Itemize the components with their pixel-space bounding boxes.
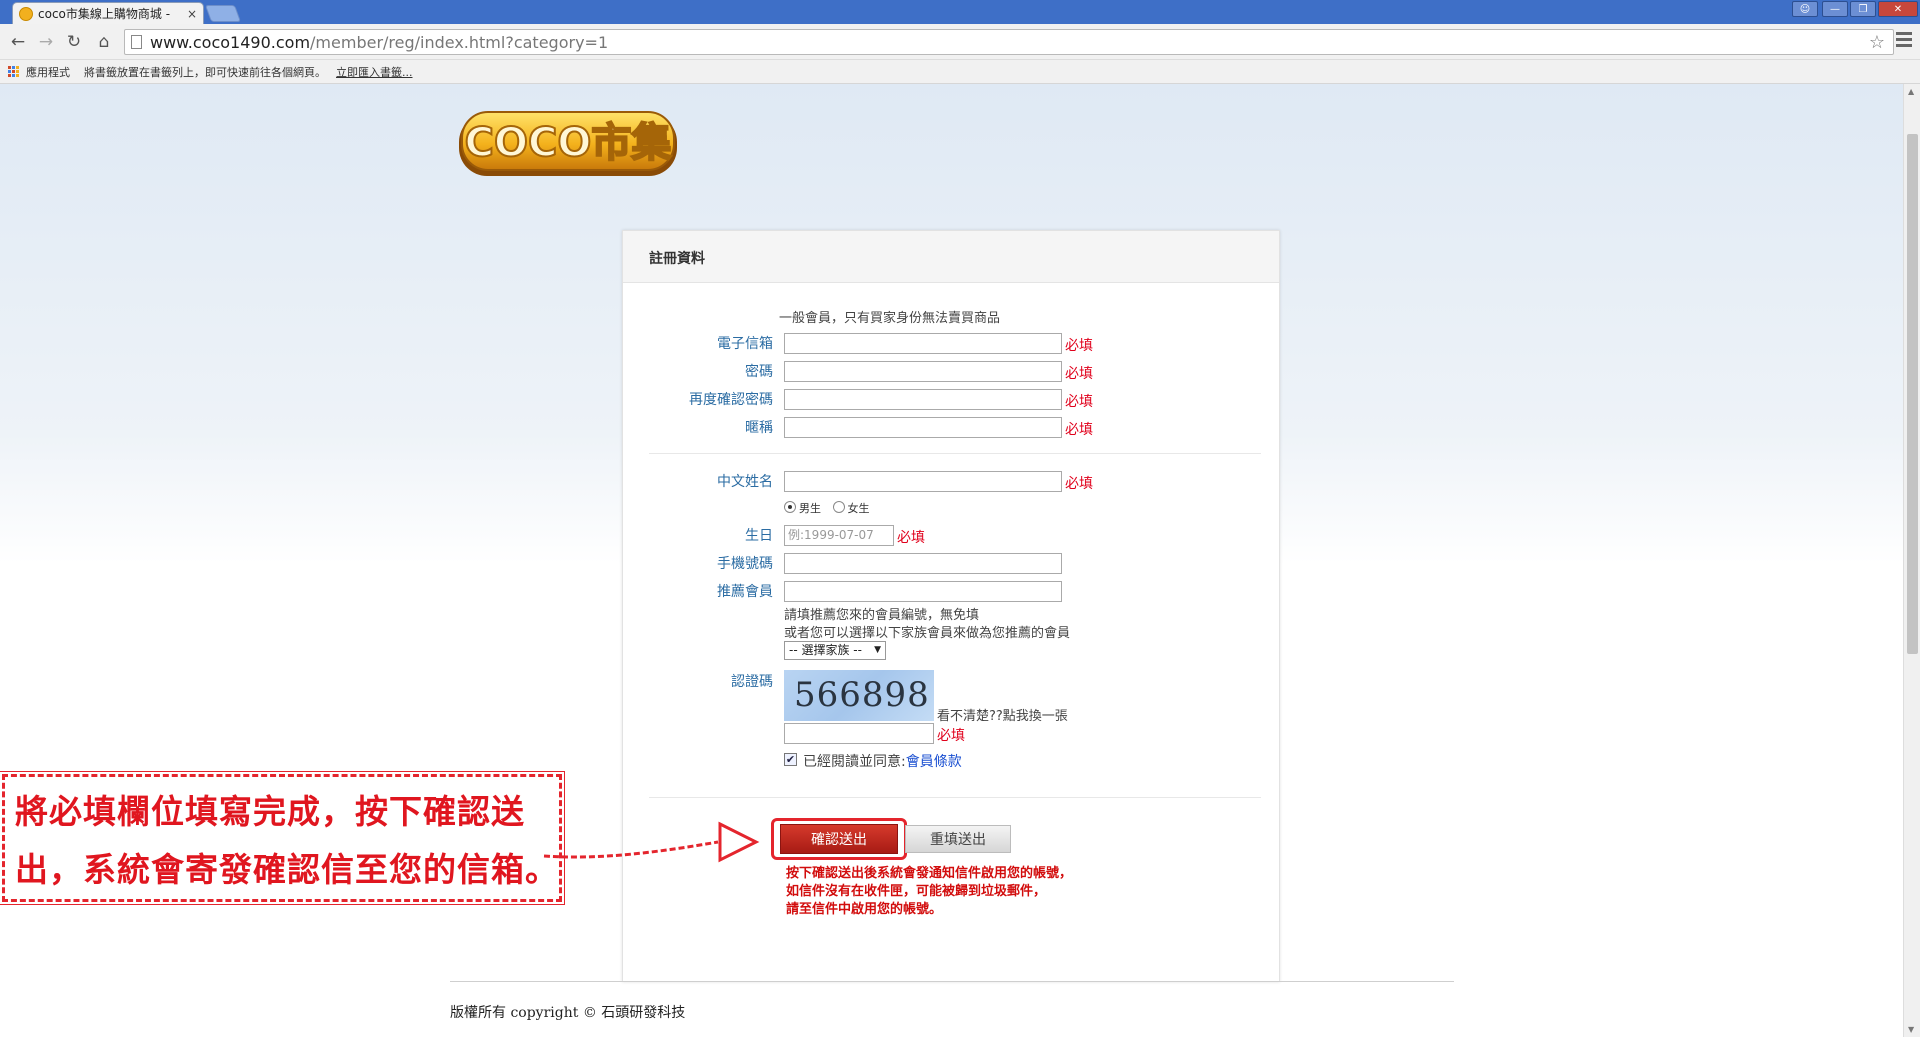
family-select-value: -- 選擇家族 --	[789, 643, 862, 657]
restore-button[interactable]: ❐	[1850, 1, 1876, 17]
chrome-menu-icon[interactable]	[1896, 32, 1912, 50]
captcha-input[interactable]	[784, 723, 934, 744]
confirm-password-label: 再度確認密碼	[689, 392, 773, 408]
scroll-down-icon[interactable]: ▼	[1908, 1025, 1914, 1034]
tab-close-icon[interactable]: ×	[187, 7, 197, 21]
scrollbar-thumb[interactable]	[1907, 134, 1918, 654]
profile-icon[interactable]: ☺	[1792, 1, 1818, 17]
confirm-password-input[interactable]	[784, 389, 1062, 410]
panel-title: 註冊資料	[623, 231, 1279, 283]
site-favicon-icon	[19, 6, 33, 21]
page-scrollbar[interactable]: ▲ ▼	[1903, 84, 1920, 1037]
window-close-button[interactable]: ✕	[1878, 1, 1918, 17]
minimize-button[interactable]: —	[1822, 1, 1848, 17]
import-bookmarks-link[interactable]: 立即匯入書籤...	[336, 64, 413, 80]
gender-male-radio[interactable]	[784, 501, 796, 513]
callout-line-1: 將必填欄位填寫完成，按下確認送	[15, 792, 525, 831]
gender-male-label: 男生	[799, 502, 821, 515]
mobile-label: 手機號碼	[717, 556, 773, 572]
browser-tab[interactable]: coco市集線上購物商城 - ×	[12, 2, 204, 24]
referrer-label: 推薦會員	[717, 584, 773, 600]
copyright-footer: 版權所有 copyright © 石頭研發科技	[450, 1005, 686, 1021]
member-terms-link[interactable]: 會員條款	[906, 754, 962, 770]
back-arrow-icon[interactable]: ←	[8, 32, 28, 52]
coco-market-logo[interactable]: COCO市集	[455, 106, 681, 182]
email-input[interactable]	[784, 333, 1062, 354]
dropdown-arrow-icon: ▼	[874, 645, 881, 655]
bookmark-star-icon[interactable]: ☆	[1869, 32, 1885, 53]
footer-divider	[450, 981, 1454, 982]
captcha-required: 必填	[937, 728, 965, 744]
captcha-image: 566898	[784, 670, 934, 721]
notice-line: 如信件沒有在收件匣，可能被歸到垃圾郵件，	[786, 884, 1047, 899]
bookmarks-hint: 將書籤放置在書籤列上，即可快速前往各個網頁。	[84, 65, 326, 79]
notice-line: 按下確認送出後系統會發通知信件啟用您的帳號，	[786, 866, 1073, 881]
referrer-note-1: 請填推薦您來的會員編號，無免填	[784, 608, 980, 623]
agree-text: 已經閱讀並同意:會員條款	[803, 751, 962, 771]
tab-title: coco市集線上購物商城 -	[38, 7, 171, 21]
section-divider	[649, 797, 1261, 798]
apps-link[interactable]: 應用程式	[26, 64, 70, 80]
agree-prefix: 已經閱讀並同意:	[803, 754, 906, 770]
password-required: 必填	[1065, 366, 1093, 382]
scroll-up-icon[interactable]: ▲	[1908, 87, 1914, 96]
browser-tabstrip: coco市集線上購物商城 - × ☺ — ❐ ✕	[0, 0, 1920, 24]
chinese-name-required: 必填	[1065, 476, 1093, 492]
nickname-input[interactable]	[784, 417, 1062, 438]
browser-toolbar: ← → ↻ ⌂ www.coco1490.com/member/reg/inde…	[0, 24, 1920, 60]
submit-button[interactable]: 確認送出	[780, 824, 898, 854]
registration-panel: 註冊資料 一般會員，只有買家身份無法賣買商品 電子信箱 必填 密碼 必填 再度確…	[622, 230, 1280, 982]
gender-female-radio[interactable]	[832, 501, 845, 513]
birthday-required: 必填	[897, 530, 925, 546]
chinese-name-label: 中文姓名	[717, 474, 773, 490]
instruction-callout: 將必填欄位填寫完成，按下確認送 出，系統會寄發確認信至您的信箱。	[0, 771, 565, 905]
notice-line: 請至信件中啟用您的帳號。	[786, 902, 943, 917]
reset-button[interactable]: 重填送出	[905, 825, 1011, 853]
logo-text: COCO市集	[465, 120, 672, 166]
forward-arrow-icon[interactable]: →	[36, 32, 56, 52]
nickname-label: 暱稱	[745, 420, 773, 436]
agree-checkbox[interactable]: ✔	[784, 753, 797, 766]
url-host: www.coco1490.com	[150, 32, 311, 52]
birthday-label: 生日	[745, 528, 773, 544]
gender-group: 男生 女生	[784, 500, 870, 516]
section-divider	[649, 453, 1261, 454]
apps-grid-icon[interactable]	[8, 65, 20, 78]
page-icon	[131, 35, 142, 49]
referrer-input[interactable]	[784, 581, 1062, 602]
url-path: /member/reg/index.html?category=1	[310, 32, 609, 52]
nickname-required: 必填	[1065, 422, 1093, 438]
password-input[interactable]	[784, 361, 1062, 382]
member-type-note: 一般會員，只有買家身份無法賣買商品	[779, 311, 1001, 326]
activation-notice: 按下確認送出後系統會發通知信件啟用您的帳號， 如信件沒有在收件匣，可能被歸到垃圾…	[786, 865, 1072, 919]
new-tab-button[interactable]	[204, 5, 242, 22]
mobile-input[interactable]	[784, 553, 1062, 574]
home-icon[interactable]: ⌂	[94, 32, 114, 52]
bookmarks-bar: 應用程式 將書籤放置在書籤列上，即可快速前往各個網頁。 立即匯入書籤...	[0, 60, 1920, 84]
confirm-password-required: 必填	[1065, 394, 1093, 410]
callout-line-2: 出，系統會寄發確認信至您的信箱。	[15, 850, 559, 889]
address-bar[interactable]: www.coco1490.com/member/reg/index.html?c…	[124, 29, 1894, 55]
chinese-name-input[interactable]	[784, 471, 1062, 492]
birthday-input[interactable]: 例:1999-07-07	[784, 525, 894, 546]
gender-female-label: 女生	[847, 502, 870, 515]
email-label: 電子信箱	[717, 336, 773, 352]
captcha-label: 認證碼	[731, 674, 773, 690]
page-viewport: COCO市集 註冊資料 一般會員，只有買家身份無法賣買商品 電子信箱 必填 密碼…	[0, 84, 1903, 1037]
email-required: 必填	[1065, 338, 1093, 354]
password-label: 密碼	[745, 364, 773, 380]
reload-icon[interactable]: ↻	[64, 32, 84, 52]
family-select[interactable]: -- 選擇家族 -- ▼	[784, 641, 886, 660]
callout-arrow-icon	[543, 821, 760, 863]
referrer-note-2: 或者您可以選擇以下家族會員來做為您推薦的會員	[784, 626, 1071, 641]
captcha-refresh-link[interactable]: 看不清楚??點我換一張	[937, 705, 1068, 724]
